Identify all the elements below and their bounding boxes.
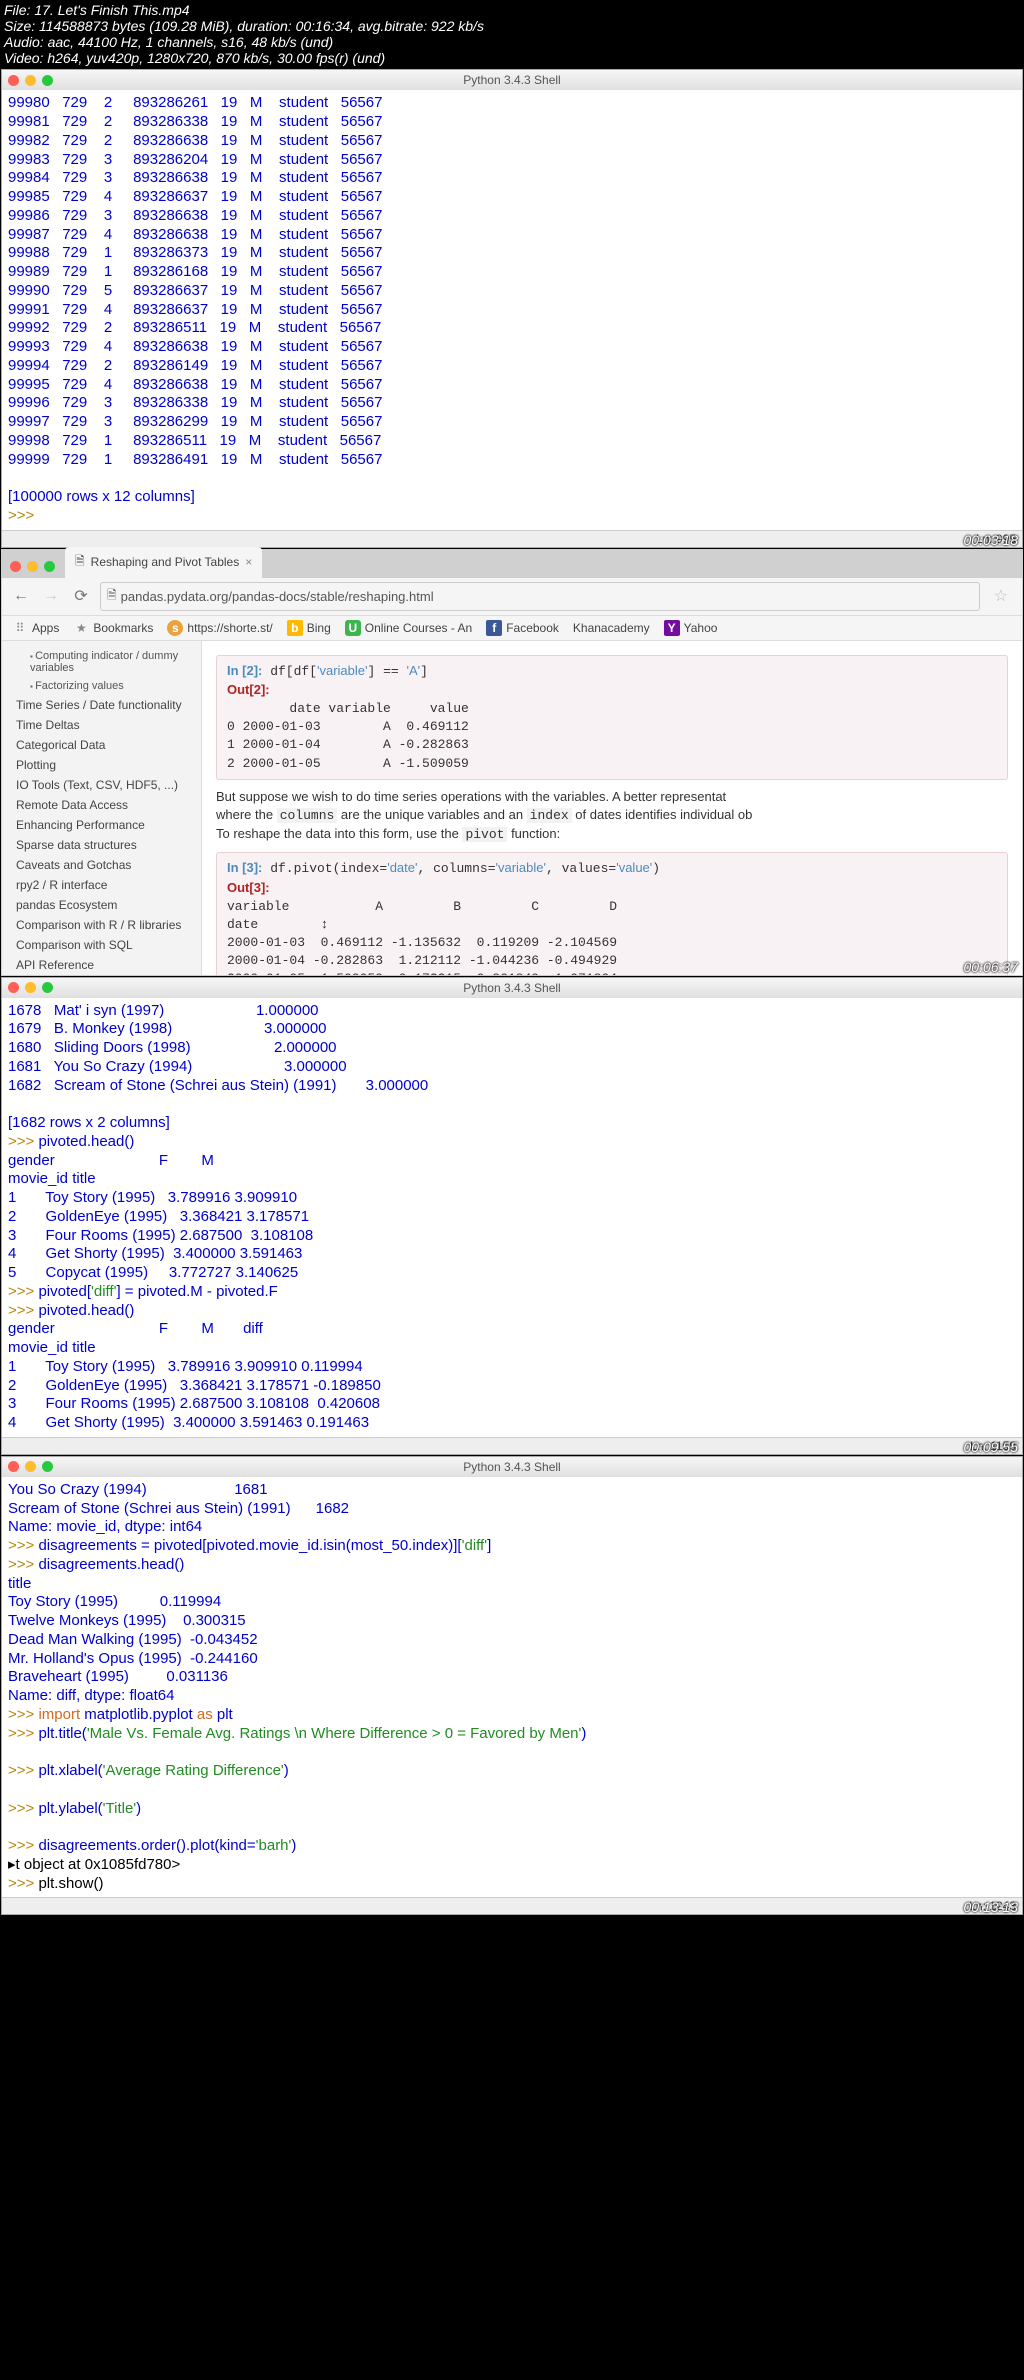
shell-window-1: Python 3.4.3 Shell 99980 729 2 893286261… bbox=[1, 69, 1023, 547]
sidebar-item[interactable]: IO Tools (Text, CSV, HDF5, ...) bbox=[2, 775, 201, 795]
star-icon: ★ bbox=[73, 620, 89, 636]
sidebar-item[interactable]: API Reference bbox=[2, 955, 201, 975]
sidebar-item[interactable]: pandas Ecosystem bbox=[2, 895, 201, 915]
reload-button[interactable]: ⟳ bbox=[70, 586, 92, 606]
forward-button[interactable]: → bbox=[40, 586, 62, 606]
sidebar-item[interactable]: Time Series / Date functionality bbox=[2, 695, 201, 715]
apps-button[interactable]: ⠿Apps bbox=[12, 620, 59, 636]
bookmark-facebook[interactable]: fFacebook bbox=[486, 620, 559, 636]
file-size: Size: 114588873 bytes (109.28 MiB), dura… bbox=[4, 18, 1020, 34]
window-titlebar[interactable]: Python 3.4.3 Shell bbox=[2, 978, 1022, 998]
file-audio: Audio: aac, 44100 Hz, 1 channels, s16, 4… bbox=[4, 34, 1020, 50]
url-text: pandas.pydata.org/pandas-docs/stable/res… bbox=[121, 589, 434, 604]
tab-close-icon[interactable]: × bbox=[245, 555, 252, 569]
code-block-2: In [3]: df.pivot(index='date', columns='… bbox=[216, 852, 1008, 974]
shell-output[interactable]: You So Crazy (1994) 1681 Scream of Stone… bbox=[2, 1477, 1022, 1898]
docs-sidebar[interactable]: Computing indicator / dummy variablesFac… bbox=[2, 641, 202, 975]
docs-main[interactable]: In [2]: df[df['variable'] == 'A'] Out[2]… bbox=[202, 641, 1022, 975]
code-block-1: In [2]: df[df['variable'] == 'A'] Out[2]… bbox=[216, 655, 1008, 780]
status-bar: Ln: 995 00:03:18 bbox=[2, 530, 1022, 547]
browser-content: Computing indicator / dummy variablesFac… bbox=[2, 641, 1022, 975]
window-titlebar[interactable]: Python 3.4.3 Shell bbox=[2, 1457, 1022, 1477]
bookmark-yahoo[interactable]: YYahoo bbox=[664, 620, 718, 636]
bookmark-star-icon[interactable]: ☆ bbox=[988, 586, 1014, 606]
status-bar: Ln: 1243 00:13:13 bbox=[2, 1897, 1022, 1914]
maximize-icon[interactable] bbox=[42, 1461, 53, 1472]
sidebar-item[interactable]: Comparison with SQL bbox=[2, 935, 201, 955]
sidebar-item[interactable]: Factorizing values bbox=[2, 677, 201, 695]
apps-icon: ⠿ bbox=[12, 620, 28, 636]
sidebar-item[interactable]: Computing indicator / dummy variables bbox=[2, 647, 201, 677]
window-title: Python 3.4.3 Shell bbox=[463, 73, 560, 87]
back-button[interactable]: ← bbox=[10, 586, 32, 606]
close-icon[interactable] bbox=[10, 561, 21, 572]
sidebar-item[interactable]: Sparse data structures bbox=[2, 835, 201, 855]
file-video: Video: h264, yuv420p, 1280x720, 870 kb/s… bbox=[4, 50, 1020, 66]
page-icon: 🗎 bbox=[75, 552, 85, 573]
doc-paragraph: But suppose we wish to do time series op… bbox=[216, 788, 1008, 845]
line-indicator: Ln: 1159 bbox=[970, 1439, 1016, 1453]
tab-strip: 🗎 Reshaping and Pivot Tables × bbox=[2, 550, 1022, 578]
sidebar-item[interactable]: Remote Data Access bbox=[2, 795, 201, 815]
bookmark-bing[interactable]: bBing bbox=[287, 620, 331, 636]
facebook-icon: f bbox=[486, 620, 502, 636]
line-indicator: Ln: 1243 bbox=[969, 1899, 1016, 1913]
inline-code: pivot bbox=[462, 827, 507, 842]
inline-code: columns bbox=[277, 808, 338, 823]
address-bar: ← → ⟳ 🗎 pandas.pydata.org/pandas-docs/st… bbox=[2, 578, 1022, 616]
bookmarks-button[interactable]: ★Bookmarks bbox=[73, 620, 153, 636]
minimize-icon[interactable] bbox=[27, 561, 38, 572]
sidebar-item[interactable]: Categorical Data bbox=[2, 735, 201, 755]
line-indicator: Ln: 995 bbox=[976, 532, 1016, 546]
shell-window-4: Python 3.4.3 Shell You So Crazy (1994) 1… bbox=[1, 1456, 1023, 1916]
file-name: File: 17. Let's Finish This.mp4 bbox=[4, 2, 1020, 18]
url-field[interactable]: 🗎 pandas.pydata.org/pandas-docs/stable/r… bbox=[100, 582, 980, 611]
sidebar-item[interactable]: Time Deltas bbox=[2, 715, 201, 735]
status-bar: Ln: 1159 00:09:55 bbox=[2, 1437, 1022, 1454]
close-icon[interactable] bbox=[8, 75, 19, 86]
window-title: Python 3.4.3 Shell bbox=[463, 981, 560, 995]
browser-tab[interactable]: 🗎 Reshaping and Pivot Tables × bbox=[65, 547, 262, 578]
bookmarks-bar: ⠿Apps ★Bookmarks shttps://shorte.st/ bBi… bbox=[2, 616, 1022, 641]
maximize-icon[interactable] bbox=[44, 561, 55, 572]
sidebar-item[interactable]: Comparison with R / R libraries bbox=[2, 915, 201, 935]
maximize-icon[interactable] bbox=[42, 982, 53, 993]
yahoo-icon: Y bbox=[664, 620, 680, 636]
minimize-icon[interactable] bbox=[25, 75, 36, 86]
sidebar-item[interactable]: Enhancing Performance bbox=[2, 815, 201, 835]
bing-icon: b bbox=[287, 620, 303, 636]
file-info-overlay: File: 17. Let's Finish This.mp4 Size: 11… bbox=[0, 0, 1024, 68]
sidebar-item[interactable]: Plotting bbox=[2, 755, 201, 775]
sidebar-item[interactable]: rpy2 / R interface bbox=[2, 875, 201, 895]
bookmark-khan[interactable]: Khanacademy bbox=[573, 621, 650, 635]
tab-title: Reshaping and Pivot Tables bbox=[91, 555, 240, 569]
bookmark-courses[interactable]: UOnline Courses - An bbox=[345, 620, 472, 636]
shell-window-3: Python 3.4.3 Shell 1678 Mat' i syn (1997… bbox=[1, 977, 1023, 1455]
file-icon: 🗎 bbox=[107, 586, 117, 607]
sidebar-item[interactable]: Caveats and Gotchas bbox=[2, 855, 201, 875]
close-icon[interactable] bbox=[8, 982, 19, 993]
udemy-icon: U bbox=[345, 620, 361, 636]
browser-window: 🗎 Reshaping and Pivot Tables × ← → ⟳ 🗎 p… bbox=[1, 549, 1023, 976]
maximize-icon[interactable] bbox=[42, 75, 53, 86]
window-title: Python 3.4.3 Shell bbox=[463, 1460, 560, 1474]
bookmark-shortest[interactable]: shttps://shorte.st/ bbox=[167, 620, 272, 636]
close-icon[interactable] bbox=[8, 1461, 19, 1472]
shell-output[interactable]: 1678 Mat' i syn (1997) 1.000000 1679 B. … bbox=[2, 998, 1022, 1437]
shortest-icon: s bbox=[167, 620, 183, 636]
minimize-icon[interactable] bbox=[25, 982, 36, 993]
inline-code: index bbox=[527, 808, 572, 823]
shell-output[interactable]: 99980 729 2 893286261 19 M student 56567… bbox=[2, 90, 1022, 529]
minimize-icon[interactable] bbox=[25, 1461, 36, 1472]
window-titlebar[interactable]: Python 3.4.3 Shell bbox=[2, 70, 1022, 90]
